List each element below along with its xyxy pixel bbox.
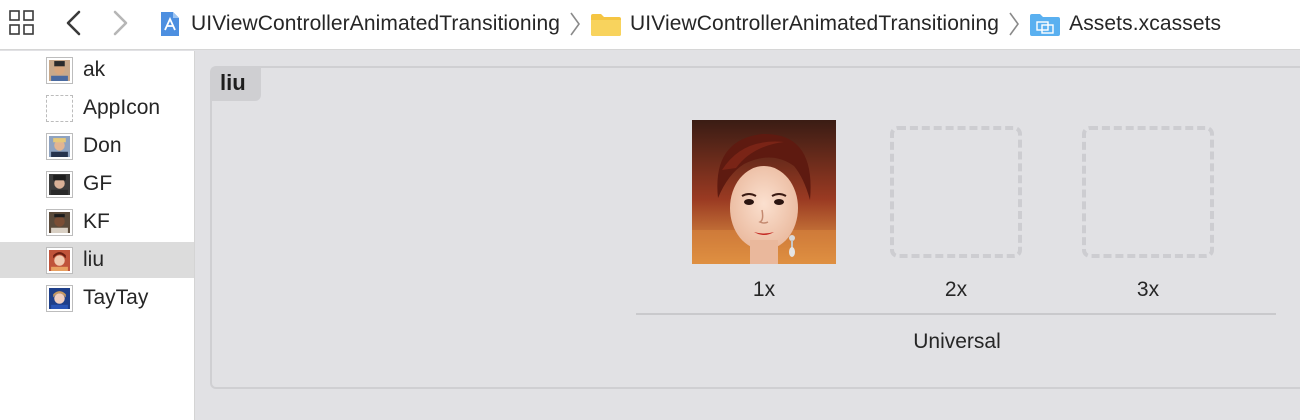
image-slot-1x[interactable] [692,120,836,264]
image-set-name: liu [220,70,246,95]
chevron-right-icon[interactable] [108,8,132,38]
asset-label: ak [83,58,106,81]
asset-item-taytay[interactable]: TayTay [0,280,194,316]
asset-thumbnail [46,133,73,160]
asset-item-liu[interactable]: liu [0,242,194,278]
folder-icon [591,14,622,36]
asset-label: KF [83,210,110,233]
asset-item-kf[interactable]: KF [0,204,194,240]
chevron-left-icon[interactable] [62,8,86,38]
breadcrumb: UIViewControllerAnimatedTransitioning UI… [155,0,1221,48]
jump-bar: UIViewControllerAnimatedTransitioning UI… [0,0,1300,50]
asset-label: GF [83,172,113,195]
scale-label-1x: 1x [752,278,776,301]
asset-label: Don [83,134,122,157]
asset-list-sidebar: ak AppIcon Don GF KF liu TayTay [0,51,195,420]
asset-item-ak[interactable]: ak [0,52,194,88]
breadcrumb-project[interactable]: UIViewControllerAnimatedTransitioning [155,10,560,38]
breadcrumb-label: Assets.xcassets [1069,12,1222,35]
portrait-image [692,120,836,264]
idiom-divider [636,313,1276,315]
image-set-title-tab: liu [212,68,261,101]
asset-thumbnail [46,171,73,198]
asset-thumbnail [46,209,73,236]
asset-item-appicon[interactable]: AppIcon [0,90,194,126]
grid-icon[interactable] [8,9,36,37]
image-slot-2x[interactable] [890,126,1022,258]
scale-label-3x: 3x [1136,278,1160,301]
asset-label: AppIcon [83,96,161,119]
asset-item-gf[interactable]: GF [0,166,194,202]
breadcrumb-group[interactable]: UIViewControllerAnimatedTransitioning [590,10,999,38]
scale-label-2x: 2x [944,278,968,301]
asset-thumbnail [46,57,73,84]
asset-item-don[interactable]: Don [0,128,194,164]
breadcrumb-label: UIViewControllerAnimatedTransitioning [630,12,1000,35]
asset-thumbnail-empty [46,95,73,122]
asset-editor: liu 1x 2x 3x Universal [196,51,1300,420]
idiom-label: Universal [913,330,1001,353]
image-slot-3x[interactable] [1082,126,1214,258]
breadcrumb-separator-icon [570,12,581,36]
breadcrumb-asset-catalog[interactable]: Assets.xcassets [1029,10,1221,38]
asset-thumbnail [46,285,73,312]
xcode-project-icon [161,12,179,36]
asset-thumbnail [46,247,73,274]
asset-catalog-icon [1030,14,1061,36]
asset-label: TayTay [83,286,149,309]
asset-label: liu [83,248,105,271]
breadcrumb-separator-icon [1009,12,1020,36]
image-set-panel[interactable]: liu 1x 2x 3x Universal [210,66,1300,389]
breadcrumb-label: UIViewControllerAnimatedTransitioning [191,12,561,35]
